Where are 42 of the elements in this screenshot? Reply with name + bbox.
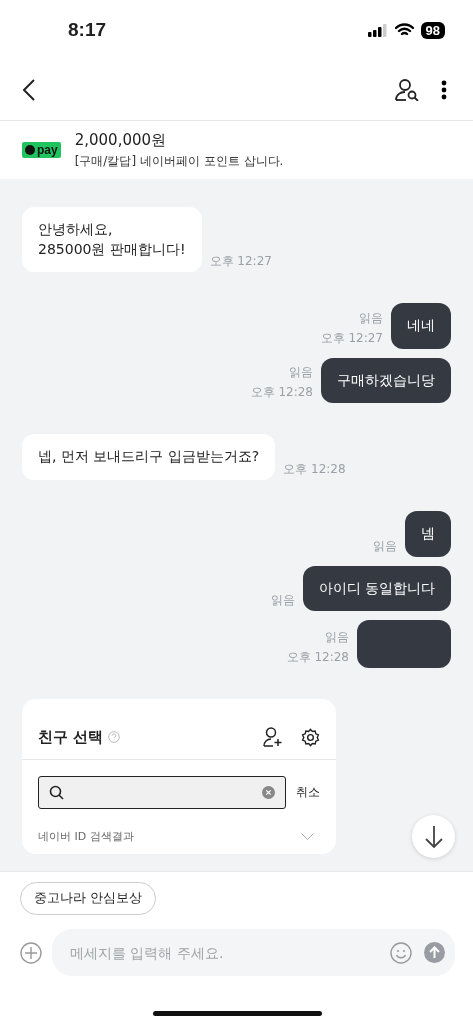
message-time: 오후 12:27: [209, 253, 272, 271]
read-receipt: 읽음: [325, 629, 349, 647]
message-time: 오후 12:28: [250, 384, 313, 402]
pay-badge: pay: [22, 142, 61, 158]
read-receipt: 읽음: [270, 592, 295, 610]
message-bubble: 넴: [405, 510, 451, 557]
message-time: 오후 12:28: [283, 460, 346, 478]
message-bubble: 네네: [391, 303, 451, 349]
signal-icon: [367, 23, 388, 37]
message-bubble: 아이디 동일합니다: [302, 565, 451, 612]
message-field[interactable]: 메세지를 입력해 주세요.: [68, 943, 378, 962]
send-icon[interactable]: [424, 942, 445, 963]
safety-chip[interactable]: 중고나라 안심보상: [20, 882, 156, 915]
clear-icon[interactable]: [262, 786, 275, 800]
user-search-icon[interactable]: [395, 79, 419, 101]
cancel-link[interactable]: 취소: [296, 784, 320, 802]
arrow-down-icon: [423, 824, 444, 849]
battery-level: 98: [420, 21, 445, 39]
section-label: 네이버 ID 검색결과: [38, 829, 134, 845]
add-person-icon[interactable]: [263, 727, 283, 748]
more-icon[interactable]: [441, 80, 447, 100]
message-bar[interactable]: 메세지를 입력해 주세요.: [52, 929, 455, 976]
search-icon: [49, 785, 64, 801]
plus-icon[interactable]: [20, 941, 42, 964]
message-bubble: 안녕하세요, 285000원 판매합니다!: [22, 207, 202, 273]
emoji-icon[interactable]: [390, 941, 412, 964]
message-bubble: 구매하겠습니당: [321, 357, 451, 404]
read-receipt: 읽음: [359, 309, 383, 327]
message-bubble: 넵, 먼저 보내드리구 입금받는거죠?: [22, 434, 276, 480]
card-title: 친구 선택: [38, 727, 104, 747]
message-time: 오후 12:28: [286, 649, 349, 667]
read-receipt: 읽음: [373, 537, 397, 555]
search-field[interactable]: [38, 776, 286, 810]
product-title: [구매/칼답] 네이버페이 포인트 삽니다.: [74, 152, 284, 170]
message-time: 오후 12:27: [320, 329, 383, 347]
read-receipt: 읽음: [289, 364, 313, 382]
wifi-icon: [394, 23, 414, 37]
product-price: 2,000,000원: [74, 130, 168, 150]
scroll-down-button[interactable]: [412, 815, 455, 858]
status-time: 8:17: [68, 19, 107, 41]
back-icon[interactable]: [22, 79, 36, 101]
settings-icon[interactable]: [301, 727, 320, 747]
